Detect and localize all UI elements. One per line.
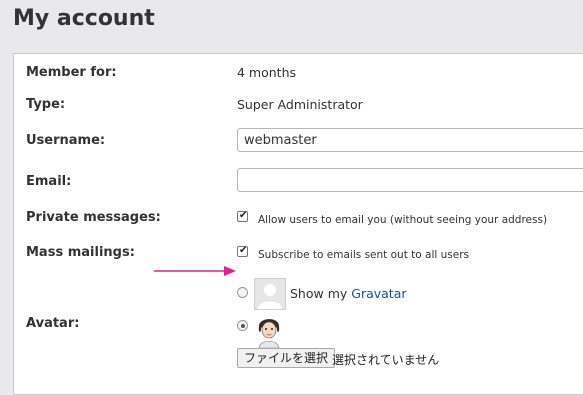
- checkmark-icon: ✔: [239, 245, 248, 256]
- private-messages-checkbox[interactable]: ✔: [237, 210, 248, 222]
- file-status-text: 選択されていません: [332, 353, 440, 367]
- user-avatar-image: [258, 319, 280, 348]
- username-input[interactable]: [237, 128, 583, 152]
- choose-file-button[interactable]: ファイルを選択: [237, 348, 336, 368]
- email-input[interactable]: [237, 168, 583, 192]
- private-messages-option-label: Allow users to email you (without seeing…: [258, 214, 548, 226]
- default-avatar-icon: [254, 278, 286, 310]
- gravatar-link[interactable]: Gravatar: [351, 286, 406, 301]
- avatar-label: Avatar:: [26, 316, 80, 331]
- custom-avatar-radio[interactable]: [237, 320, 248, 331]
- mass-mailings-option-label: Subscribe to emails sent out to all user…: [258, 249, 469, 261]
- member-for-label: Member for:: [26, 65, 117, 80]
- page-title: My account: [13, 6, 155, 31]
- type-label: Type:: [26, 97, 66, 112]
- pink-arrow-annotation: [154, 266, 236, 276]
- checkmark-icon: ✔: [239, 210, 248, 221]
- member-for-value: 4 months: [237, 65, 297, 80]
- gravatar-option-label: Show my Gravatar: [290, 286, 407, 301]
- gravatar-radio[interactable]: [237, 287, 248, 298]
- email-label: Email:: [26, 174, 72, 189]
- type-value: Super Administrator: [237, 97, 363, 112]
- mass-mailings-label: Mass mailings:: [26, 245, 135, 260]
- private-messages-label: Private messages:: [26, 210, 161, 225]
- gravatar-prefix: Show my: [290, 286, 348, 301]
- username-label: Username:: [26, 133, 106, 148]
- mass-mailings-checkbox[interactable]: ✔: [237, 245, 248, 257]
